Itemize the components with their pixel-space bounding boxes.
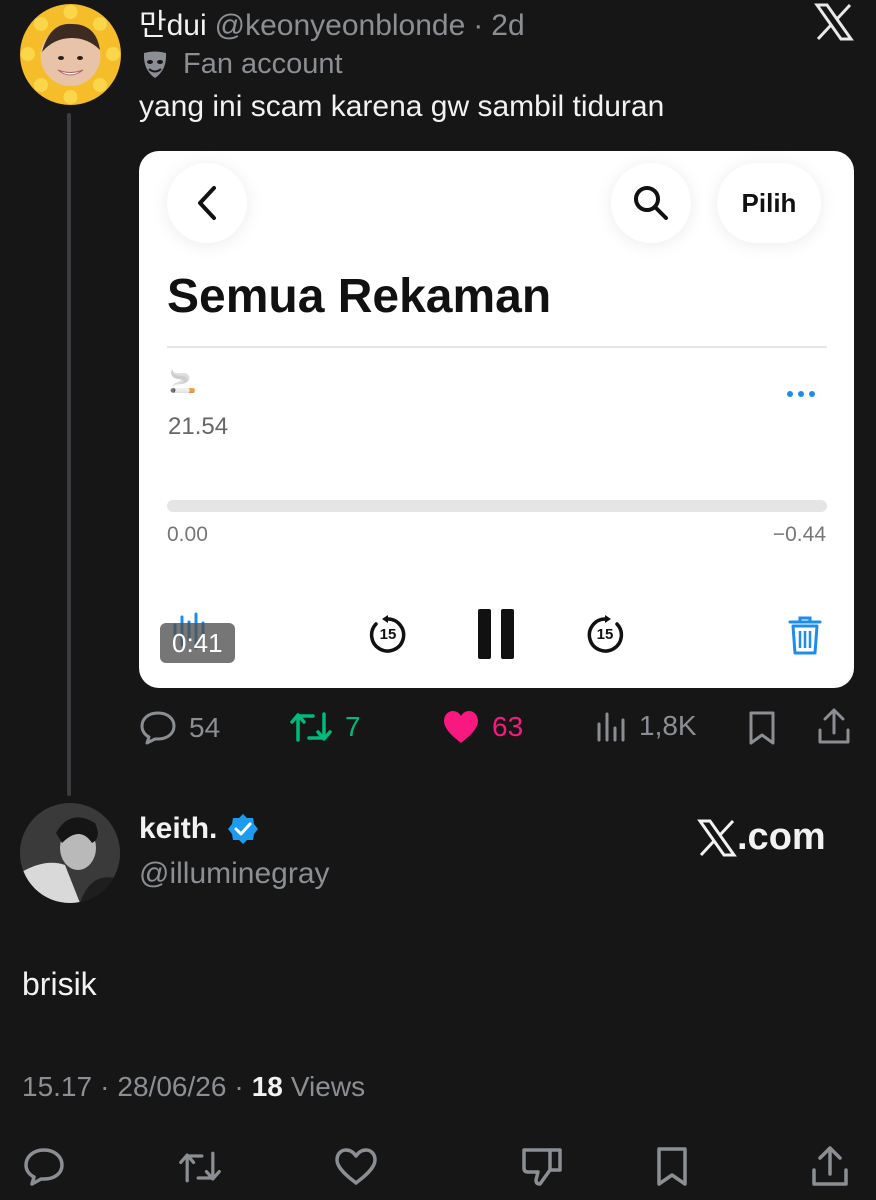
avatar[interactable] <box>20 803 120 903</box>
watermark-text: .com <box>737 816 826 858</box>
views-action[interactable]: 1,8K <box>595 710 697 742</box>
search-icon <box>634 186 668 220</box>
progress-track[interactable] <box>167 500 827 512</box>
fan-account-label: Fan account <box>141 48 343 81</box>
recording-emoji: 🚬 <box>169 369 197 394</box>
avatar-image <box>20 4 121 105</box>
timestamp[interactable]: 2d <box>491 9 524 43</box>
more-dots-icon[interactable] <box>787 391 815 397</box>
x-logo-icon[interactable] <box>814 2 854 42</box>
handle[interactable]: @keonyeonblonde <box>215 9 466 43</box>
bookmark-icon[interactable] <box>746 710 778 746</box>
like-count: 63 <box>492 711 524 742</box>
views-icon <box>597 712 625 742</box>
trash-icon[interactable] <box>787 614 823 656</box>
dislike-icon[interactable] <box>520 1145 564 1189</box>
back-button[interactable] <box>167 163 247 243</box>
remaining-time: −0.44 <box>772 523 826 546</box>
search-button[interactable] <box>611 163 691 243</box>
select-button[interactable]: Pilih <box>717 163 821 243</box>
thread-line <box>67 113 71 796</box>
tweet-header: 만dui @keonyeonblonde · 2d <box>139 0 525 44</box>
view-count: 18 <box>251 1071 283 1102</box>
skip-forward-button[interactable]: 15 <box>584 614 626 656</box>
handle[interactable]: @illuminegray <box>139 857 330 891</box>
reply-header: keith. <box>139 812 259 846</box>
display-name[interactable]: 만dui <box>139 0 207 44</box>
reply-time: 15.17 <box>22 1071 93 1102</box>
repost-count: 7 <box>345 711 361 742</box>
repost-action[interactable]: 7 <box>289 710 361 744</box>
skip-back-button[interactable]: 15 <box>367 614 409 656</box>
like-icon-filled <box>444 711 478 743</box>
recordings-title: Semua Rekaman <box>167 270 552 323</box>
video-duration: 0:41 <box>160 623 235 663</box>
like-icon[interactable] <box>334 1145 378 1189</box>
recording-time: 21.54 <box>168 413 229 440</box>
like-action[interactable]: 63 <box>442 710 523 744</box>
pause-button[interactable] <box>478 609 514 659</box>
reply-count: 54 <box>189 712 221 743</box>
skip-forward-label: 15 <box>596 626 614 643</box>
verified-badge-icon <box>228 814 259 844</box>
pause-icon <box>478 609 491 659</box>
views-count: 1,8K <box>639 710 697 741</box>
bookmark-icon[interactable] <box>650 1145 694 1189</box>
x-logo-icon <box>697 819 737 856</box>
reply-text: brisik <box>22 966 97 1002</box>
reply-meta: 15.17 · 28/06/26 · 18 Views <box>22 1071 365 1103</box>
separator: · <box>100 1071 110 1102</box>
repost-icon <box>290 712 332 742</box>
media-card[interactable]: Pilih Semua Rekaman 🚬 21.54 0.00 −0.44 0… <box>139 151 854 688</box>
share-icon[interactable] <box>816 708 852 746</box>
reply-icon[interactable] <box>22 1145 66 1189</box>
reply-icon <box>140 711 176 745</box>
x-com-watermark: .com <box>697 816 826 859</box>
skip-back-label: 15 <box>379 626 397 643</box>
share-icon[interactable] <box>808 1145 852 1189</box>
reply-date: 28/06/26 <box>117 1071 227 1102</box>
mask-icon <box>143 51 167 78</box>
repost-icon[interactable] <box>178 1145 222 1189</box>
label-text: Fan account <box>183 48 343 80</box>
views-label: Views <box>290 1071 366 1102</box>
divider <box>167 346 827 348</box>
reply-action[interactable]: 54 <box>139 710 220 746</box>
tweet-text: yang ini scam karena gw sambil tiduran <box>139 90 665 123</box>
avatar[interactable] <box>20 4 121 105</box>
separator: · <box>234 1071 244 1102</box>
separator: · <box>473 9 484 42</box>
display-name[interactable]: keith. <box>139 812 217 846</box>
avatar-image <box>20 803 120 903</box>
chevron-left-icon <box>198 186 216 220</box>
elapsed-time: 0.00 <box>167 523 208 546</box>
